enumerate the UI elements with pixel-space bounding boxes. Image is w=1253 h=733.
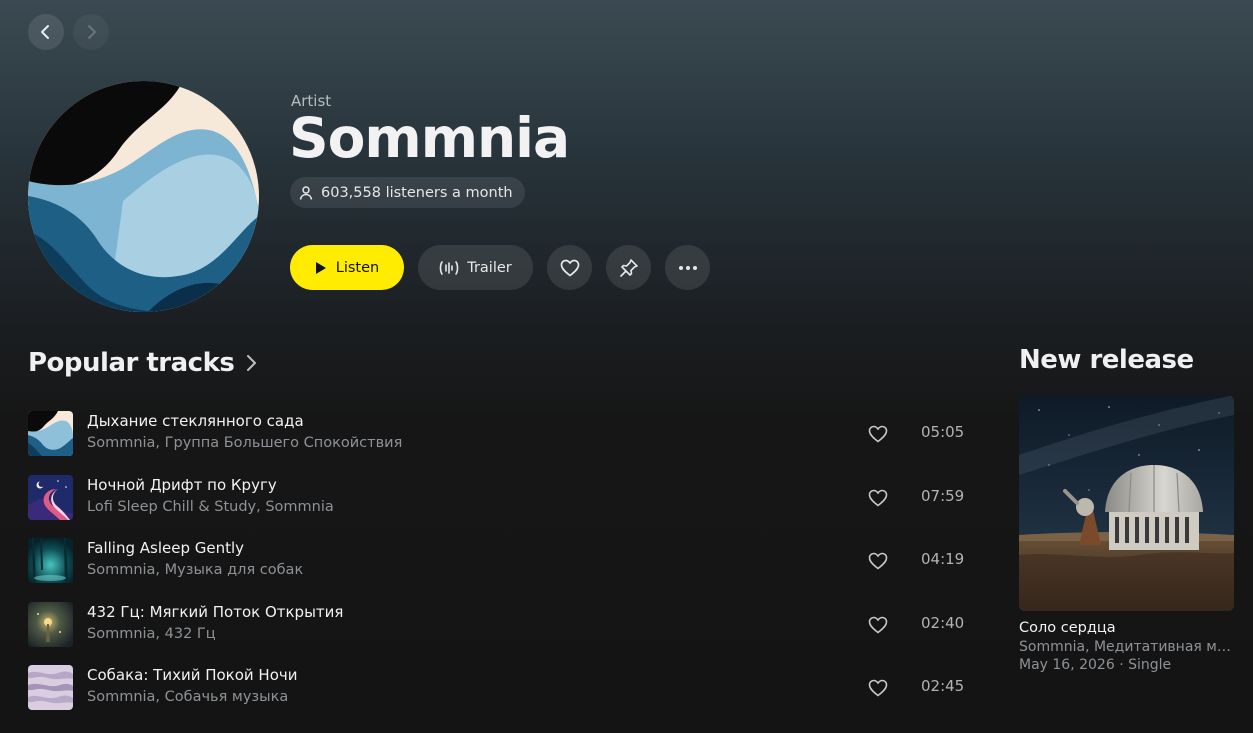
- track-cover: [28, 474, 73, 520]
- popular-tracks-header[interactable]: Popular tracks: [28, 348, 258, 378]
- listeners-badge: 603,558 listeners a month: [290, 177, 525, 208]
- back-button[interactable]: [28, 14, 64, 50]
- more-button[interactable]: [665, 245, 710, 290]
- track-row[interactable]: Falling Asleep Gently Sommnia, Музыка дл…: [28, 537, 968, 601]
- popular-tracks-title: Popular tracks: [28, 348, 235, 378]
- chevron-right-icon: [247, 355, 257, 371]
- pin-icon: [619, 258, 638, 277]
- heart-icon[interactable]: [868, 678, 888, 698]
- track-artists[interactable]: Sommnia, 432 Гц: [87, 623, 343, 645]
- release-artists[interactable]: Sommnia, Медитативная музыка: [1019, 639, 1233, 655]
- release-album-title[interactable]: Соло сердца: [1019, 620, 1234, 636]
- track-cover: [28, 601, 73, 647]
- track-row[interactable]: Собака: Тихий Покой Ночи Sommnia, Собачь…: [28, 664, 968, 728]
- track-title[interactable]: Дыхание стеклянного сада: [87, 410, 402, 432]
- heart-icon: [560, 259, 579, 277]
- new-release-card[interactable]: Соло сердца Sommnia, Медитативная музыка…: [1019, 395, 1234, 673]
- track-artists[interactable]: Sommnia, Собачья музыка: [87, 686, 298, 708]
- track-cover: [28, 411, 73, 456]
- track-duration: 05:05: [921, 423, 965, 441]
- track-cover: [28, 538, 73, 583]
- artist-avatar: [28, 81, 259, 312]
- like-artist-button[interactable]: [547, 245, 592, 290]
- trailer-button[interactable]: Trailer: [418, 245, 533, 290]
- popular-tracks-list: Дыхание стеклянного сада Sommnia, Группа…: [28, 410, 968, 728]
- heart-icon[interactable]: [868, 615, 888, 635]
- track-duration: 02:45: [921, 677, 965, 695]
- trailer-icon: [439, 260, 459, 275]
- more-icon: [678, 265, 697, 270]
- track-artists[interactable]: Sommnia, Группа Большего Спокойствия: [87, 432, 402, 454]
- track-duration: 07:59: [921, 486, 965, 505]
- new-release-header: New release: [1019, 345, 1194, 375]
- release-meta: May 16, 2026 · Single: [1019, 657, 1172, 673]
- forward-button[interactable]: [73, 14, 109, 50]
- artist-name: Sommnia: [289, 106, 570, 170]
- track-cover: [28, 665, 73, 710]
- play-icon: [315, 261, 326, 274]
- chevron-right-icon: [88, 25, 96, 39]
- pin-button[interactable]: [606, 245, 651, 290]
- heart-icon[interactable]: [868, 424, 888, 444]
- track-artists[interactable]: Lofi Sleep Chill & Study, Sommnia: [87, 496, 334, 518]
- heart-icon[interactable]: [868, 551, 888, 571]
- track-title[interactable]: Falling Asleep Gently: [87, 537, 303, 559]
- release-cover[interactable]: [1019, 395, 1234, 611]
- heart-icon[interactable]: [868, 488, 888, 508]
- user-icon: [299, 185, 313, 200]
- track-row[interactable]: Ночной Дрифт по Кругу Lofi Sleep Chill &…: [28, 474, 968, 538]
- artist-actions: Listen Trailer: [290, 245, 710, 290]
- new-release-title: New release: [1019, 345, 1194, 375]
- track-title[interactable]: 432 Гц: Мягкий Поток Открытия: [87, 601, 343, 623]
- track-row[interactable]: Дыхание стеклянного сада Sommnia, Группа…: [28, 410, 968, 474]
- listeners-count: 603,558 listeners a month: [321, 184, 513, 201]
- chevron-left-icon: [41, 25, 49, 39]
- track-duration: 04:19: [921, 550, 965, 568]
- listen-button[interactable]: Listen: [290, 245, 404, 290]
- listen-label: Listen: [335, 259, 380, 276]
- track-row[interactable]: 432 Гц: Мягкий Поток Открытия Sommnia, 4…: [28, 601, 968, 665]
- trailer-label: Trailer: [467, 259, 512, 276]
- track-artists[interactable]: Sommnia, Музыка для собак: [87, 559, 303, 581]
- track-title[interactable]: Ночной Дрифт по Кругу: [87, 474, 334, 496]
- track-title[interactable]: Собака: Тихий Покой Ночи: [87, 664, 298, 686]
- track-duration: 02:40: [921, 613, 965, 632]
